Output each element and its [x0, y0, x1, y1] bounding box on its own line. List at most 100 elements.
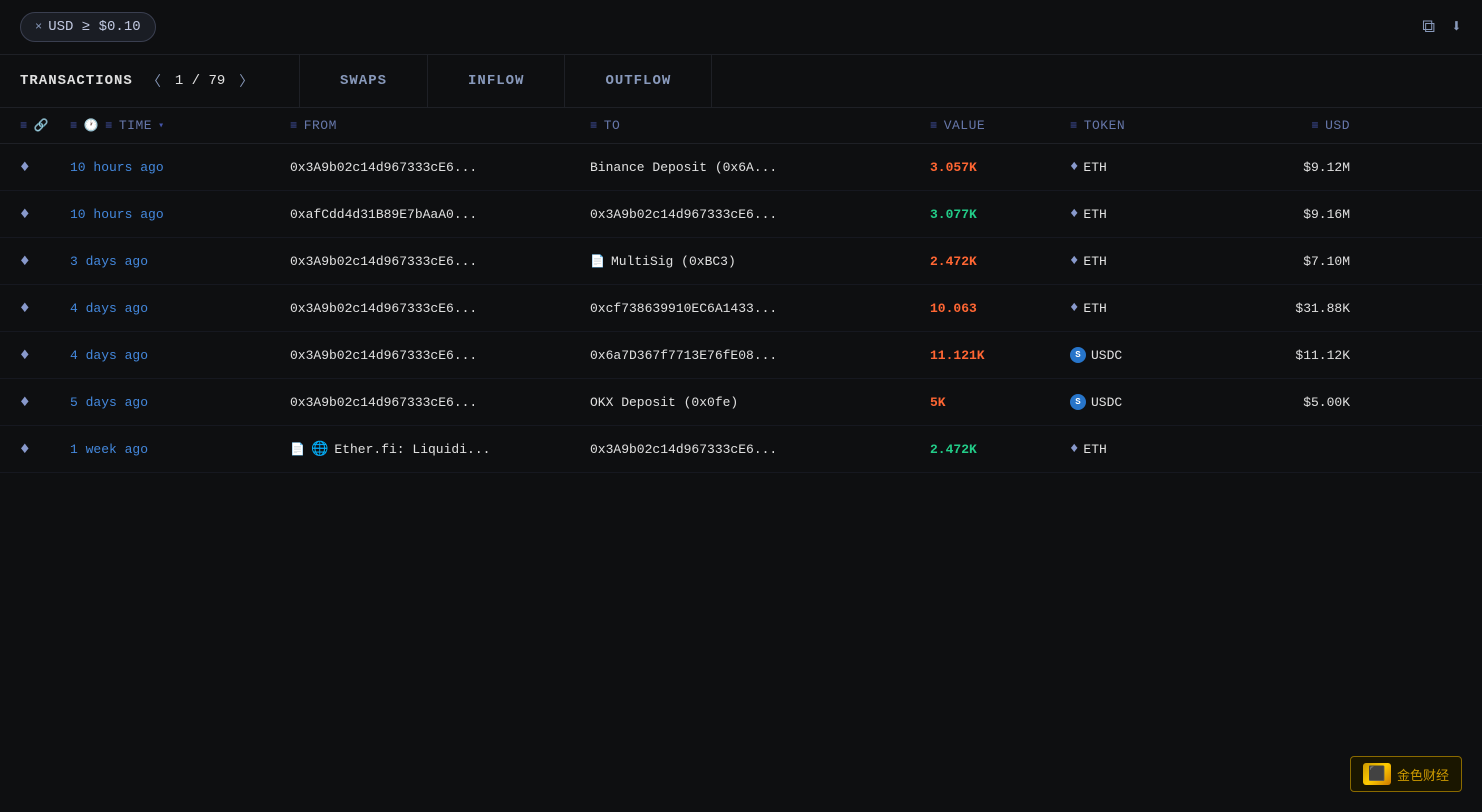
tab-outflow[interactable]: OUTFLOW: [565, 55, 712, 107]
usd-value: $9.12M: [1303, 160, 1350, 175]
close-filter-icon[interactable]: ×: [35, 20, 42, 34]
filter-from-icon[interactable]: ≡: [290, 119, 298, 133]
token-cell: ♦ETH: [1070, 253, 1230, 269]
time-cell: 3 days ago: [70, 254, 290, 269]
watermark: ⬛ 金色财经: [1350, 756, 1462, 792]
col-usd[interactable]: ≡ USD: [1230, 118, 1350, 133]
to-cell: OKX Deposit (0x0fe): [590, 395, 930, 410]
to-cell: 0x3A9b02c14d967333cE6...: [590, 442, 930, 457]
value-amount: 10.063: [930, 301, 977, 316]
filter-value-icon[interactable]: ≡: [930, 119, 938, 133]
usd-value: $5.00K: [1303, 395, 1350, 410]
tab-transactions[interactable]: TRANSACTIONS 〈 1 / 79 〉: [0, 55, 300, 107]
chain-icon-cell: ♦: [20, 346, 70, 364]
table-row[interactable]: ♦ 4 days ago0x3A9b02c14d967333cE6... 0xcf7…: [0, 285, 1482, 332]
table-row[interactable]: ♦1 week ago📄🌐Ether.fi: Liquidi...0x3A9b0…: [0, 426, 1482, 473]
to-address: 0x3A9b02c14d967333cE6...: [590, 442, 777, 457]
usdc-token-icon: S: [1070, 347, 1086, 363]
tabs-row: TRANSACTIONS 〈 1 / 79 〉 SWAPS INFLOW OUT…: [0, 55, 1482, 108]
prev-page-button[interactable]: 〈: [141, 69, 167, 93]
link-icon: 🔗: [34, 118, 49, 133]
chain-icon-cell: ♦: [20, 393, 70, 411]
transactions-label: TRANSACTIONS: [20, 73, 133, 89]
eth-chain-icon: ♦: [20, 346, 30, 364]
col-time[interactable]: ≡ 🕐 ≡ TIME ▾: [70, 118, 290, 133]
doc-icon: 📄: [290, 442, 305, 457]
eth-token-icon: ♦: [1070, 441, 1078, 457]
value-cell: 5K: [930, 395, 1070, 410]
table-row[interactable]: ♦3 days ago0x3A9b02c14d967333cE6...📄Mult…: [0, 238, 1482, 285]
table-row[interactable]: ♦5 days ago 0x3A9b02c14d967333cE6... OKX D…: [0, 379, 1482, 426]
table-row[interactable]: ♦10 hours ago0x3A9b02c14d967333cE6...Bin…: [0, 144, 1482, 191]
time-cell: 4 days ago: [70, 301, 290, 316]
col-usd-label: USD: [1325, 118, 1350, 133]
next-page-button[interactable]: 〉: [233, 69, 259, 93]
top-bar: × USD ≥ $0.10 ⧉ ⬇: [0, 0, 1482, 55]
col-time-label: TIME: [119, 118, 152, 133]
usd-cell: $5.00K: [1230, 395, 1350, 410]
globe-icon: 🌐: [311, 441, 328, 458]
eth-chain-icon: ♦: [20, 440, 30, 458]
usd-value: $7.10M: [1303, 254, 1350, 269]
watermark-logo: ⬛: [1363, 763, 1391, 785]
usd-value: $9.16M: [1303, 207, 1350, 222]
value-cell: 3.077K: [930, 207, 1070, 222]
col-to[interactable]: ≡ TO: [590, 118, 930, 133]
filter-time-icon[interactable]: ≡: [70, 119, 78, 133]
value-cell: 10.063: [930, 301, 1070, 316]
from-address: 0x3A9b02c14d967333cE6...: [290, 395, 477, 410]
col-token[interactable]: ≡ TOKEN: [1070, 118, 1230, 133]
copy-icon[interactable]: ⧉: [1422, 17, 1435, 38]
token-name: USDC: [1091, 395, 1122, 410]
time-value: 10 hours ago: [70, 207, 164, 222]
chain-icon-cell: ♦: [20, 299, 70, 317]
usd-cell: $31.88K: [1230, 301, 1350, 316]
col-value[interactable]: ≡ VALUE: [930, 118, 1070, 133]
from-cell: 0xafCdd4d31B89E7bAaA0...: [290, 207, 590, 222]
sort-time-icon[interactable]: ▾: [158, 120, 165, 132]
eth-chain-icon: ♦: [20, 299, 30, 317]
watermark-text: 金色财经: [1397, 765, 1449, 784]
value-amount: 2.472K: [930, 254, 977, 269]
time-value: 10 hours ago: [70, 160, 164, 175]
filter-badge[interactable]: × USD ≥ $0.10: [20, 12, 156, 42]
eth-token-icon: ♦: [1070, 253, 1078, 269]
tab-inflow[interactable]: INFLOW: [428, 55, 565, 107]
table-row[interactable]: ♦ 10 hours ago 0xafCdd4d31B89E7bAaA0...0x3…: [0, 191, 1482, 238]
value-cell: 2.472K: [930, 442, 1070, 457]
filter-usd-icon[interactable]: ≡: [1311, 119, 1319, 133]
from-address: 0x3A9b02c14d967333cE6...: [290, 301, 477, 316]
tab-swaps[interactable]: SWAPS: [300, 55, 428, 107]
usd-value: $31.88K: [1295, 301, 1350, 316]
filter-token-icon[interactable]: ≡: [1070, 119, 1078, 133]
col-from[interactable]: ≡ FROM: [290, 118, 590, 133]
download-icon[interactable]: ⬇: [1451, 16, 1462, 38]
to-address: 0x3A9b02c14d967333cE6...: [590, 207, 777, 222]
table-row[interactable]: ♦4 days ago0x3A9b02c14d967333cE6...0x6a7…: [0, 332, 1482, 379]
column-headers: ≡ 🔗 ≡ 🕐 ≡ TIME ▾ ≡ FROM ≡ TO ≡ VALUE ≡ T…: [0, 108, 1482, 144]
value-amount: 3.057K: [930, 160, 977, 175]
contract-icon: 📄: [590, 254, 605, 269]
eth-chain-icon: ♦: [20, 252, 30, 270]
chain-icon-cell: ♦: [20, 158, 70, 176]
usd-cell: $11.12K: [1230, 348, 1350, 363]
from-address: Ether.fi: Liquidi...: [334, 442, 490, 457]
value-amount: 3.077K: [930, 207, 977, 222]
filter-time-icon2[interactable]: ≡: [105, 119, 113, 133]
chain-icon-cell: ♦: [20, 205, 70, 223]
col-value-label: VALUE: [944, 118, 986, 133]
time-value: 4 days ago: [70, 348, 148, 363]
time-cell: 5 days ago: [70, 395, 290, 410]
col-to-label: TO: [604, 118, 621, 133]
time-value: 5 days ago: [70, 395, 148, 410]
filter-chain-icon[interactable]: ≡: [20, 119, 28, 133]
from-address: 0x3A9b02c14d967333cE6...: [290, 348, 477, 363]
filter-to-icon[interactable]: ≡: [590, 119, 598, 133]
to-cell: 0xcf738639910EC6A1433...: [590, 301, 930, 316]
value-amount: 5K: [930, 395, 946, 410]
eth-chain-icon: ♦: [20, 205, 30, 223]
eth-token-icon: ♦: [1070, 159, 1078, 175]
transaction-table: ♦10 hours ago0x3A9b02c14d967333cE6...Bin…: [0, 144, 1482, 473]
value-amount: 2.472K: [930, 442, 977, 457]
token-name: ETH: [1083, 160, 1106, 175]
